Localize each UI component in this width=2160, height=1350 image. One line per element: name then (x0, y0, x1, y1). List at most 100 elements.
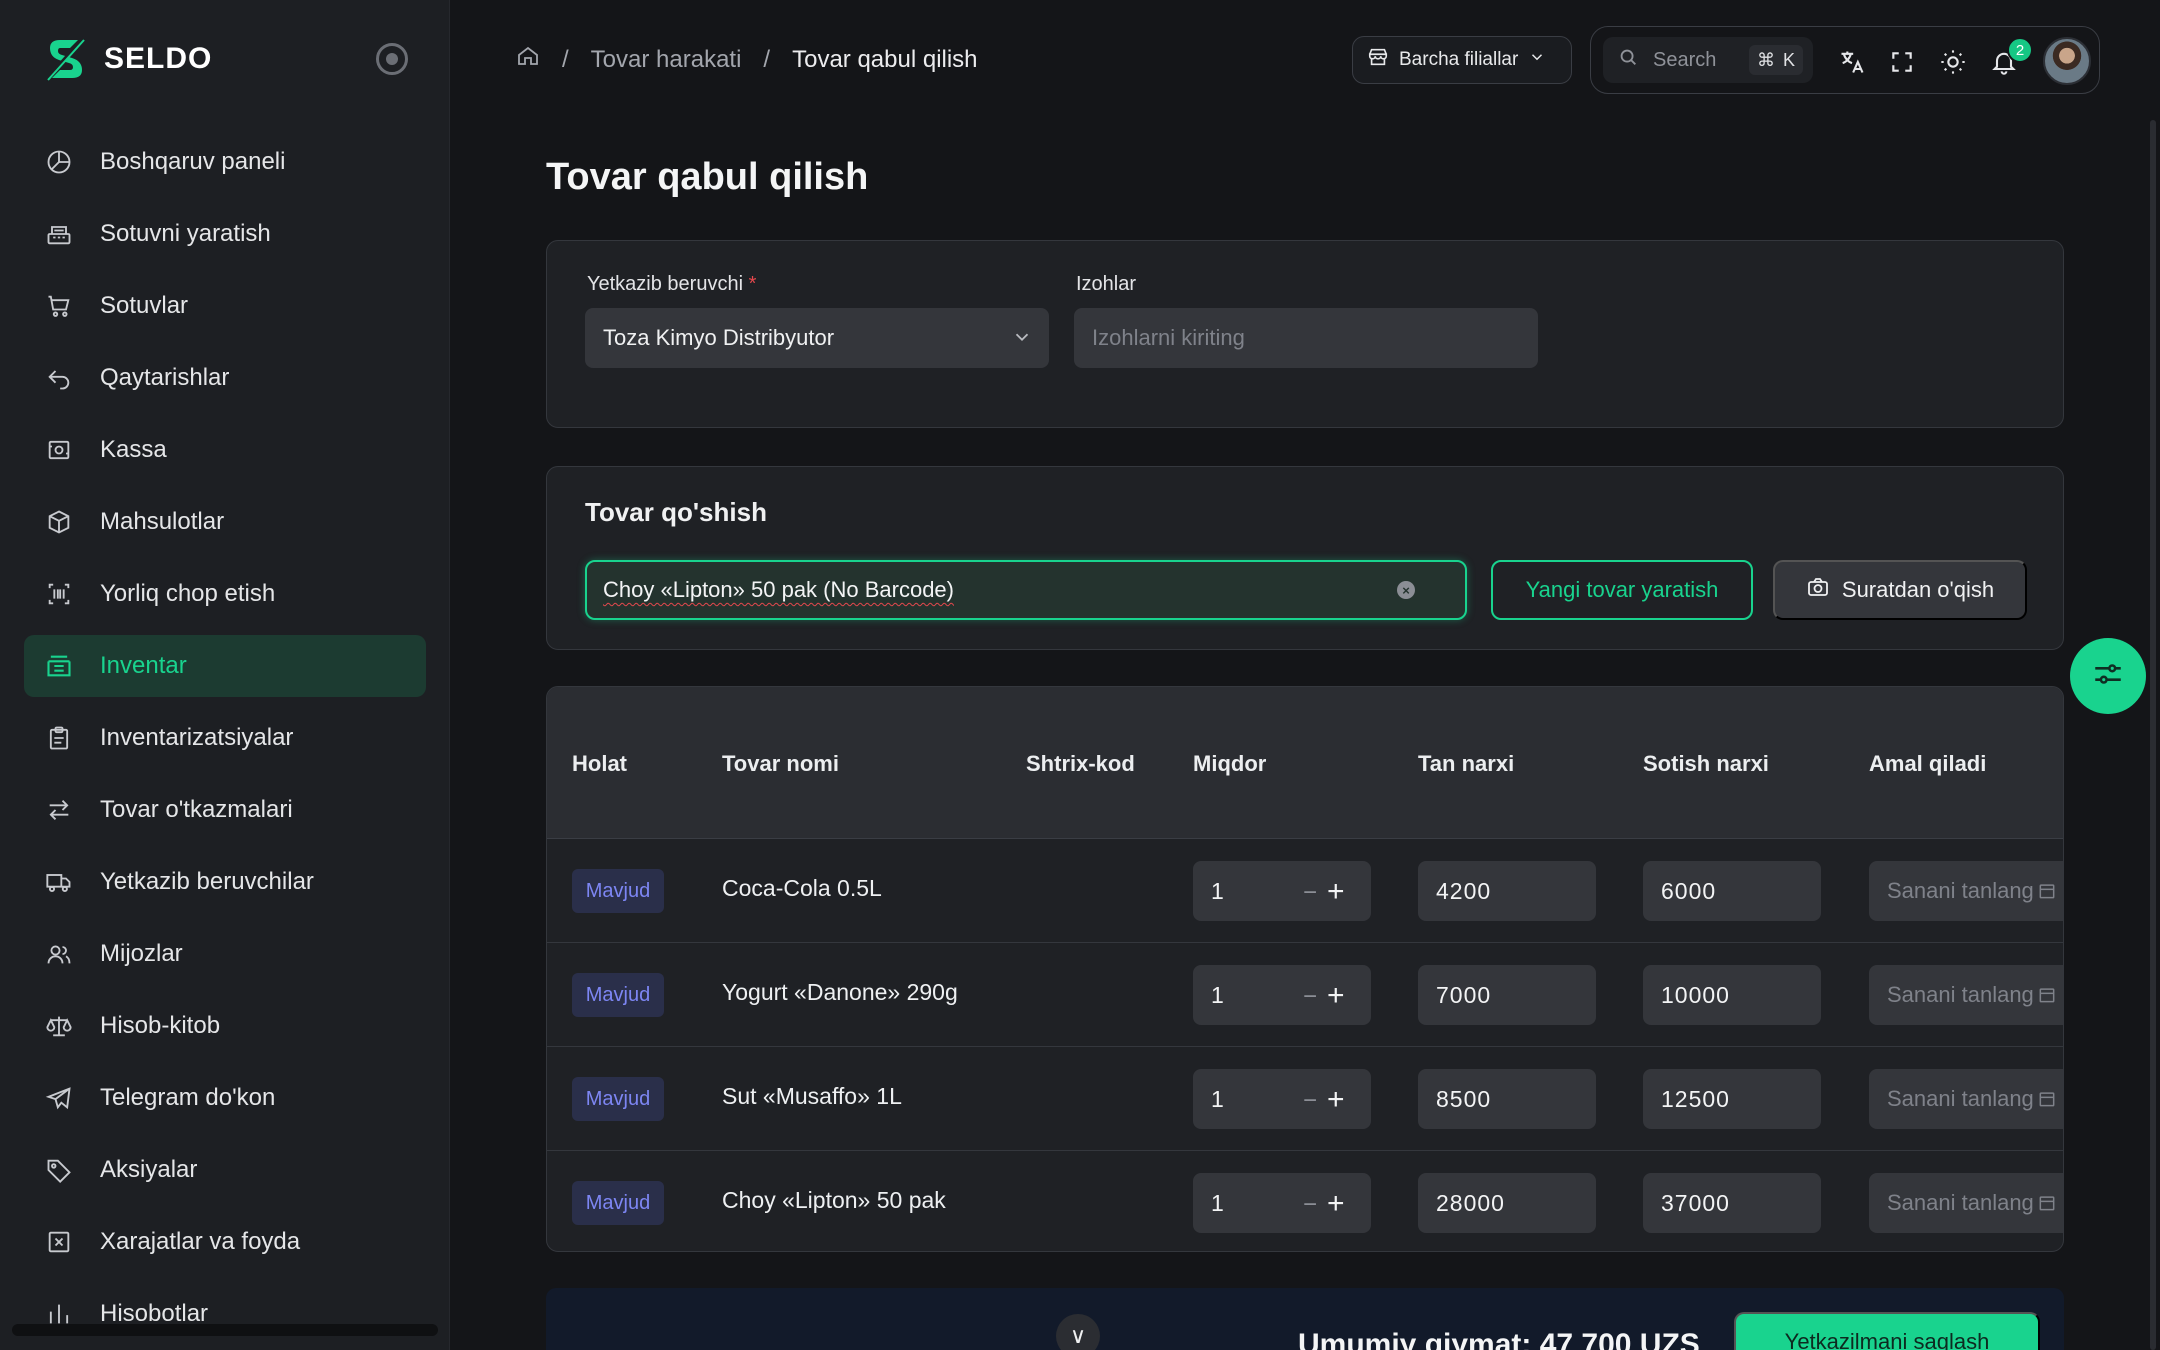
sale-price-input[interactable]: 10000 (1643, 965, 1821, 1025)
branch-select[interactable]: Barcha filiallar (1352, 36, 1572, 84)
expiry-date-picker[interactable]: Sanani tanlang (1869, 1173, 2063, 1233)
quantity-value: 1 (1211, 877, 1224, 904)
sidebar-item-label: Yetkazib beruvchilar (100, 868, 314, 895)
sidebar-item-telegram-dokon[interactable]: Telegram do'kon (24, 1067, 426, 1129)
supplier-select[interactable]: Toza Kimyo Distribyutor (585, 308, 1049, 368)
search-input[interactable]: Search ⌘ K (1603, 37, 1813, 83)
sidebar-item-label: Tovar o'tkazmalari (100, 796, 293, 823)
scan-photo-label: Suratdan o'qish (1841, 577, 1995, 602)
filter-settings-button[interactable] (2070, 638, 2146, 714)
sidebar-item-boshqaruv-paneli[interactable]: Boshqaruv paneli (24, 131, 426, 193)
breadcrumb-parent[interactable]: Tovar harakati (591, 46, 742, 74)
add-product-title: Tovar qo'shish (585, 497, 767, 527)
page-title: Tovar qabul qilish (546, 156, 869, 198)
sale-price-input[interactable]: 6000 (1643, 861, 1821, 921)
notes-input[interactable] (1074, 308, 1538, 368)
avatar[interactable] (2043, 37, 2091, 85)
command-key-icon: ⌘ (1756, 49, 1775, 70)
table-row: Mavjud Sut «Musaffo» 1L 1 − + 8500 12500 S… (547, 1047, 2063, 1151)
sidebar-item-label: Mahsulotlar (100, 508, 225, 535)
radio-dot-icon (386, 53, 398, 65)
sidebar-item-sotuvlar[interactable]: Sotuvlar (24, 275, 426, 337)
cash-register-icon (42, 217, 76, 251)
brand[interactable]: SELDO (40, 34, 212, 84)
barcode-icon (42, 577, 76, 611)
scroll-down-icon[interactable]: ∨ (1056, 1314, 1100, 1350)
sidebar-item-yetkazib-beruvchilar[interactable]: Yetkazib beruvchilar (24, 851, 426, 913)
new-product-button[interactable]: Yangi tovar yaratish (1491, 560, 1753, 620)
topbar: / Tovar harakati / Tovar qabul qilish Ba… (450, 0, 2160, 120)
fullscreen-icon[interactable] (1887, 47, 1917, 77)
translate-icon[interactable] (1837, 47, 1867, 77)
sidebar-item-mijozlar[interactable]: Mijozlar (24, 923, 426, 985)
expiry-date-picker[interactable]: Sanani tanlang (1869, 861, 2063, 921)
calendar-icon (2037, 1193, 2057, 1219)
sale-price-input[interactable]: 12500 (1643, 1069, 1821, 1129)
date-placeholder: Sanani tanlang (1887, 1190, 2034, 1215)
sidebar-item-mahsulotlar[interactable]: Mahsulotlar (24, 491, 426, 553)
sidebar-item-label: Qaytarishlar (100, 364, 230, 391)
product-name: Choy «Lipton» 50 pak (722, 1187, 946, 1213)
minus-icon[interactable]: − (1303, 879, 1317, 907)
quantity-stepper[interactable]: 1 − + (1193, 965, 1371, 1025)
sidebar-collapse-button[interactable] (376, 43, 408, 75)
product-search-input[interactable]: Choy «Lipton» 50 pak (No Barcode) × (585, 560, 1467, 620)
expiry-date-picker[interactable]: Sanani tanlang (1869, 1069, 2063, 1129)
home-icon[interactable] (516, 44, 540, 75)
quantity-value: 1 (1211, 1189, 1224, 1216)
notification-badge: 2 (2007, 37, 2033, 63)
breadcrumb-current: Tovar qabul qilish (792, 45, 978, 73)
cost-price-input[interactable]: 4200 (1418, 861, 1596, 921)
sidebar-item-qaytarishlar[interactable]: Qaytarishlar (24, 347, 426, 409)
minus-icon[interactable]: − (1303, 983, 1317, 1011)
plus-icon[interactable]: + (1327, 979, 1345, 1013)
sidebar-item-label: Inventar (100, 652, 187, 679)
minus-icon[interactable]: − (1303, 1191, 1317, 1219)
sidebar-item-label: Inventarizatsiyalar (100, 724, 294, 751)
plus-icon[interactable]: + (1327, 875, 1345, 909)
column-header-quantity: Miqdor (1193, 751, 1267, 776)
tag-icon (42, 1153, 76, 1187)
sidebar-item-tovar-otkazmalari[interactable]: Tovar o'tkazmalari (24, 779, 426, 841)
sidebar-item-yorliq-chop-etish[interactable]: Yorliq chop etish (24, 563, 426, 625)
quantity-stepper[interactable]: 1 − + (1193, 1069, 1371, 1129)
sidebar-item-label: Hisob-kitob (100, 1012, 221, 1039)
sale-price-input[interactable]: 37000 (1643, 1173, 1821, 1233)
plus-icon[interactable]: + (1327, 1083, 1345, 1117)
cost-price-input[interactable]: 28000 (1418, 1173, 1596, 1233)
sidebar-item-sotuvni-yaratish[interactable]: Sotuvni yaratish (24, 203, 426, 265)
page-scrollbar[interactable] (2150, 120, 2156, 1350)
store-icon (1367, 46, 1389, 74)
quantity-stepper[interactable]: 1 − + (1193, 861, 1371, 921)
quantity-stepper[interactable]: 1 − + (1193, 1173, 1371, 1233)
sidebar-item-label: Boshqaruv paneli (100, 148, 286, 175)
sidebar-item-kassa[interactable]: Kassa (24, 419, 426, 481)
status-badge: Mavjud (572, 1077, 664, 1121)
sidebar-item-xarajatlar-va-foyda[interactable]: Xarajatlar va foyda (24, 1211, 426, 1273)
save-delivery-button[interactable]: Yetkazilmani saqlash (1734, 1312, 2040, 1350)
sidebar-item-inventarizatsiyalar[interactable]: Inventarizatsiyalar (24, 707, 426, 769)
clear-icon[interactable]: × (1397, 581, 1415, 599)
column-header-status: Holat (572, 751, 627, 776)
sidebar-scrollbar[interactable] (12, 1324, 438, 1336)
cost-price-input[interactable]: 7000 (1418, 965, 1596, 1025)
date-placeholder: Sanani tanlang (1887, 982, 2034, 1007)
inventory-icon (42, 649, 76, 683)
cost-price-input[interactable]: 8500 (1418, 1069, 1596, 1129)
table-header: Holat Tovar nomi Shtrix-kod Miqdor Tan n… (547, 687, 2063, 839)
supplier-card: Yetkazib beruvchi * Toza Kimyo Distribyu… (546, 240, 2064, 428)
footer-summary-bar: ∨ Umumiy qiymat: 47 700 UZS Yetkazilmani… (546, 1288, 2064, 1350)
search-icon (1617, 46, 1639, 74)
minus-icon[interactable]: − (1303, 1087, 1317, 1115)
plus-icon[interactable]: + (1327, 1187, 1345, 1221)
expiry-date-picker[interactable]: Sanani tanlang (1869, 965, 2063, 1025)
camera-icon (1806, 575, 1830, 605)
sidebar-item-hisob-kitob[interactable]: Hisob-kitob (24, 995, 426, 1057)
status-badge: Mavjud (572, 973, 664, 1017)
sidebar-item-label: Yorliq chop etish (100, 580, 276, 607)
chevron-down-icon (1528, 48, 1546, 72)
sidebar-item-inventar[interactable]: Inventar (24, 635, 426, 697)
scan-photo-button[interactable]: Suratdan o'qish (1773, 560, 2027, 620)
sidebar-item-aksiyalar[interactable]: Aksiyalar (24, 1139, 426, 1201)
sun-icon[interactable] (1938, 47, 1968, 77)
